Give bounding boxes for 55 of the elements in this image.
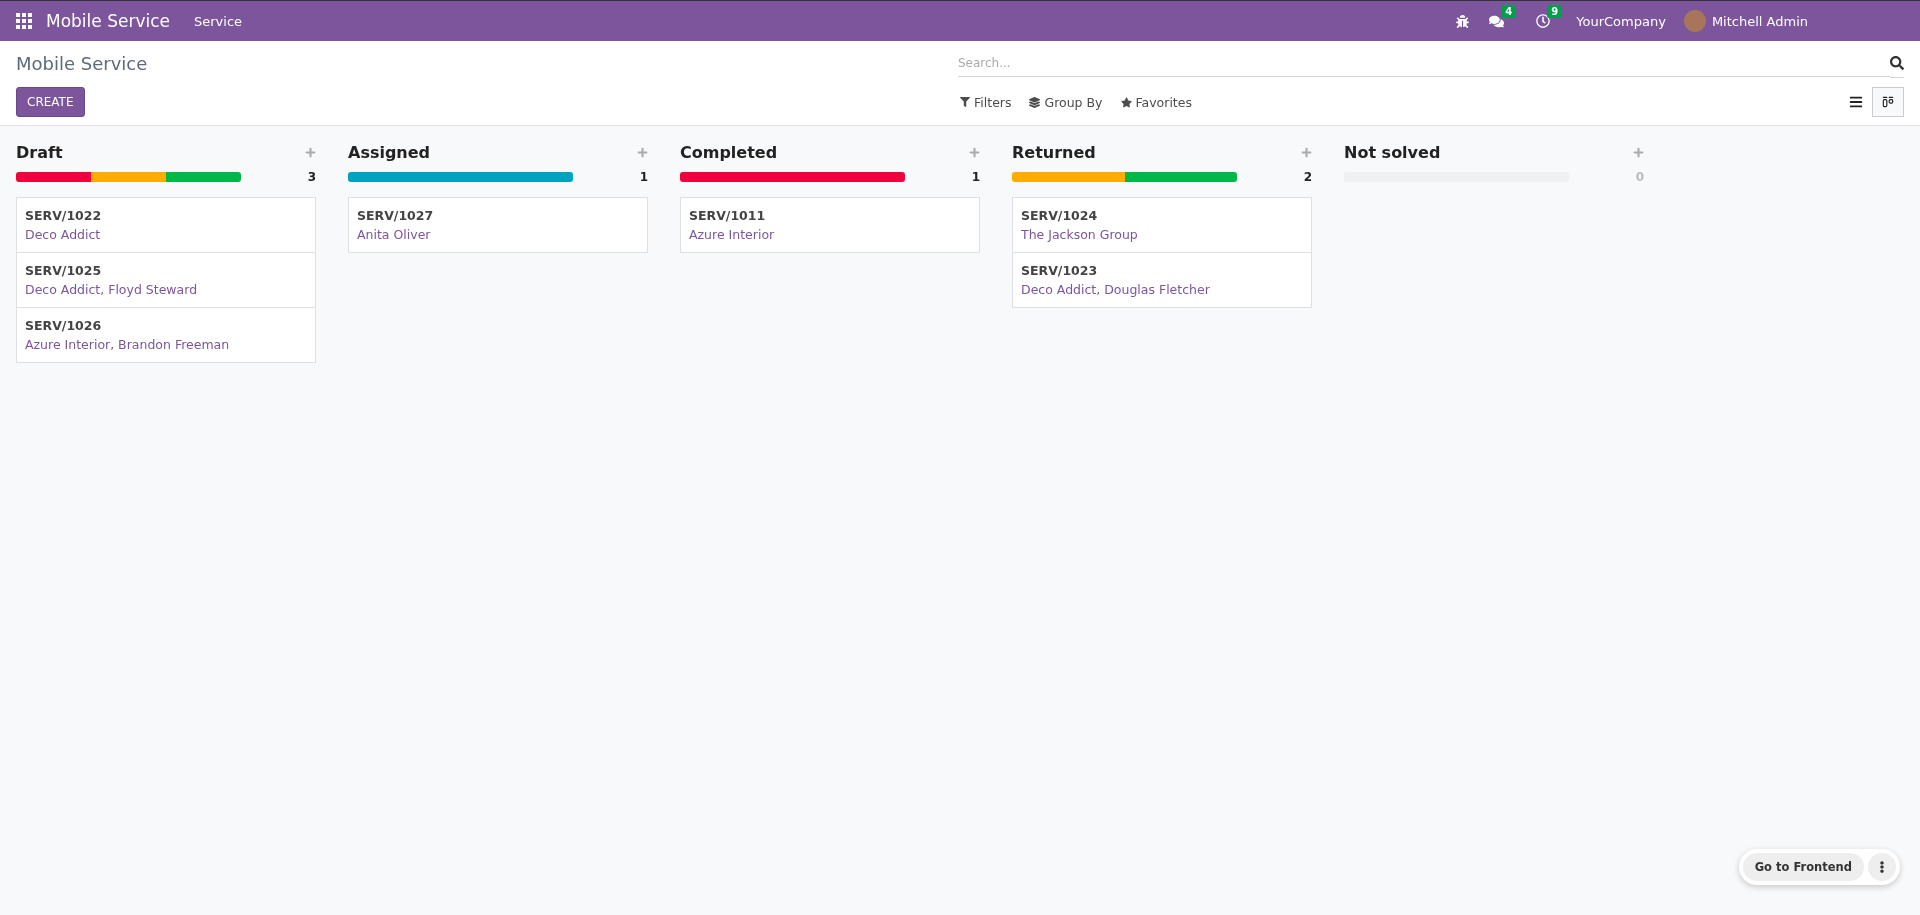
list-view-icon	[1849, 95, 1863, 109]
column-title: Returned	[1012, 142, 1096, 162]
go-to-frontend-button[interactable]: Go to Frontend	[1742, 853, 1864, 881]
service-reference: SERV/1024	[1021, 208, 1099, 223]
customer-name: Anita Oliver	[357, 227, 432, 242]
search-option-button[interactable]: Group By	[1029, 94, 1103, 110]
apps-grid-icon[interactable]	[16, 13, 32, 29]
service-reference: SERV/1011	[689, 208, 767, 223]
company-name[interactable]: YourCompany	[1576, 13, 1666, 29]
layers-icon	[1029, 96, 1041, 108]
customer-name: Azure Interior	[689, 227, 776, 242]
kanban-view-icon	[1881, 95, 1895, 109]
bug-icon[interactable]	[1456, 14, 1470, 28]
column-count: 0	[1635, 170, 1644, 184]
service-reference: SERV/1027	[357, 208, 435, 223]
clock-icon[interactable]	[1536, 14, 1551, 28]
kanban-card[interactable]: SERV/1026 Azure Interior, Brandon Freeman	[16, 307, 316, 363]
customer-name: The Jackson Group	[1021, 227, 1139, 242]
column-title: Assigned	[348, 142, 431, 162]
chat-icon[interactable]	[1489, 13, 1505, 29]
view-switch-button[interactable]	[1872, 87, 1904, 117]
column-count: 2	[1303, 170, 1312, 184]
service-reference: SERV/1026	[25, 318, 103, 333]
column-count: 1	[639, 170, 648, 184]
column-count: 3	[307, 170, 316, 184]
kanban-card[interactable]: SERV/1011 Azure Interior	[680, 197, 980, 253]
customer-name: Azure Interior, Brandon Freeman	[25, 337, 231, 352]
search-option-button[interactable]: Favorites	[1120, 94, 1192, 110]
search-option-button[interactable]: Filters	[960, 94, 1012, 110]
create-button[interactable]: CREATE	[16, 87, 85, 117]
filter-icon	[960, 97, 970, 107]
column-title: Completed	[680, 142, 778, 162]
service-reference: SERV/1023	[1021, 263, 1099, 278]
customer-name: Deco Addict	[25, 227, 102, 242]
page-title: Mobile Service	[16, 52, 149, 74]
more-options-button[interactable]	[1868, 853, 1896, 881]
menu-item[interactable]: Service	[194, 13, 243, 29]
app-name[interactable]: Mobile Service	[46, 11, 170, 31]
kanban-card[interactable]: SERV/1027 Anita Oliver	[348, 197, 648, 253]
kanban-card[interactable]: SERV/1024 The Jackson Group	[1012, 197, 1312, 253]
activity-count-badge: 9	[1547, 5, 1563, 18]
service-reference: SERV/1022	[25, 208, 103, 223]
kanban-card[interactable]: SERV/1022 Deco Addict	[16, 197, 316, 253]
kanban-card[interactable]: SERV/1023 Deco Addict, Douglas Fletcher	[1012, 252, 1312, 308]
customer-name: Deco Addict, Douglas Fletcher	[1021, 282, 1211, 297]
search-icon[interactable]	[1890, 55, 1904, 70]
customer-name: Deco Addict, Floyd Steward	[25, 282, 199, 297]
column-title: Not solved	[1344, 142, 1441, 162]
service-reference: SERV/1025	[25, 263, 103, 278]
message-count-badge: 4	[1501, 4, 1517, 18]
kanban-card[interactable]: SERV/1025 Deco Addict, Floyd Steward	[16, 252, 316, 308]
star-icon	[1120, 96, 1132, 108]
column-count: 1	[971, 170, 980, 184]
column-title: Draft	[16, 142, 63, 162]
user-name[interactable]: Mitchell Admin	[1711, 13, 1808, 29]
